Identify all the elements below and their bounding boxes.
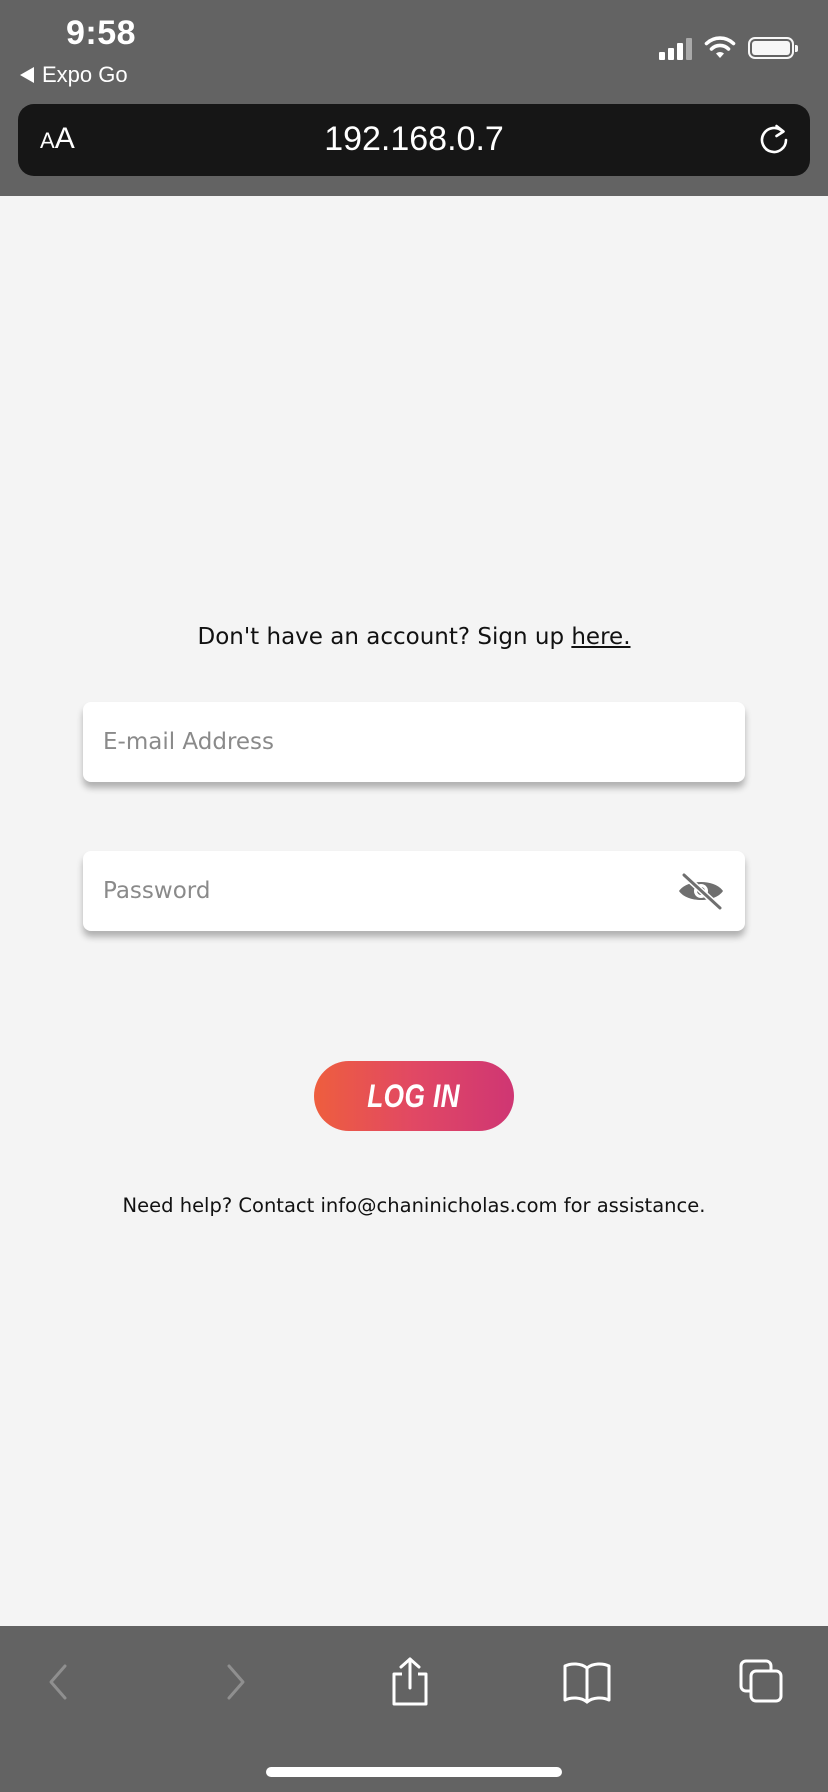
browser-top-chrome: 9:58 Expo Go AA 192.168.0.7: [0, 0, 828, 196]
back-triangle-icon: [20, 67, 34, 83]
share-button[interactable]: [382, 1654, 438, 1710]
toggle-password-visibility-icon[interactable]: [677, 871, 725, 911]
forward-icon: [227, 1664, 245, 1700]
forward-button[interactable]: [208, 1654, 264, 1710]
login-button-label: LOG IN: [367, 1077, 461, 1114]
email-field[interactable]: [83, 702, 745, 782]
tabs-icon: [739, 1659, 783, 1703]
back-app-label: Expo Go: [42, 62, 128, 87]
email-field-container: [83, 702, 745, 782]
help-text: Need help? Contact info@chaninicholas.co…: [122, 1194, 706, 1217]
browser-bottom-toolbar: [0, 1626, 828, 1792]
share-icon: [392, 1657, 428, 1706]
back-icon: [49, 1664, 67, 1700]
bookmarks-button[interactable]: [559, 1654, 615, 1710]
status-time: 9:58: [66, 14, 137, 52]
address-bar[interactable]: AA 192.168.0.7: [18, 104, 810, 176]
reload-icon[interactable]: [756, 122, 792, 158]
signup-link[interactable]: here.: [571, 624, 630, 650]
password-field-container: [83, 851, 745, 931]
back-to-app-button[interactable]: Expo Go: [20, 60, 128, 90]
login-button[interactable]: LOG IN: [314, 1061, 514, 1131]
home-indicator[interactable]: [266, 1767, 562, 1777]
back-button[interactable]: [30, 1654, 86, 1710]
battery-icon: [748, 37, 798, 59]
url-text: 192.168.0.7: [324, 120, 504, 158]
cellular-signal-icon: [659, 36, 692, 60]
signup-prompt-text: Don't have an account? Sign up: [197, 624, 572, 650]
tabs-button[interactable]: [734, 1654, 790, 1710]
bookmarks-icon: [563, 1662, 611, 1704]
password-field[interactable]: [83, 851, 745, 931]
status-icons: [659, 36, 798, 60]
wifi-icon: [704, 36, 736, 58]
signup-prompt: Don't have an account? Sign up here.: [0, 624, 828, 650]
